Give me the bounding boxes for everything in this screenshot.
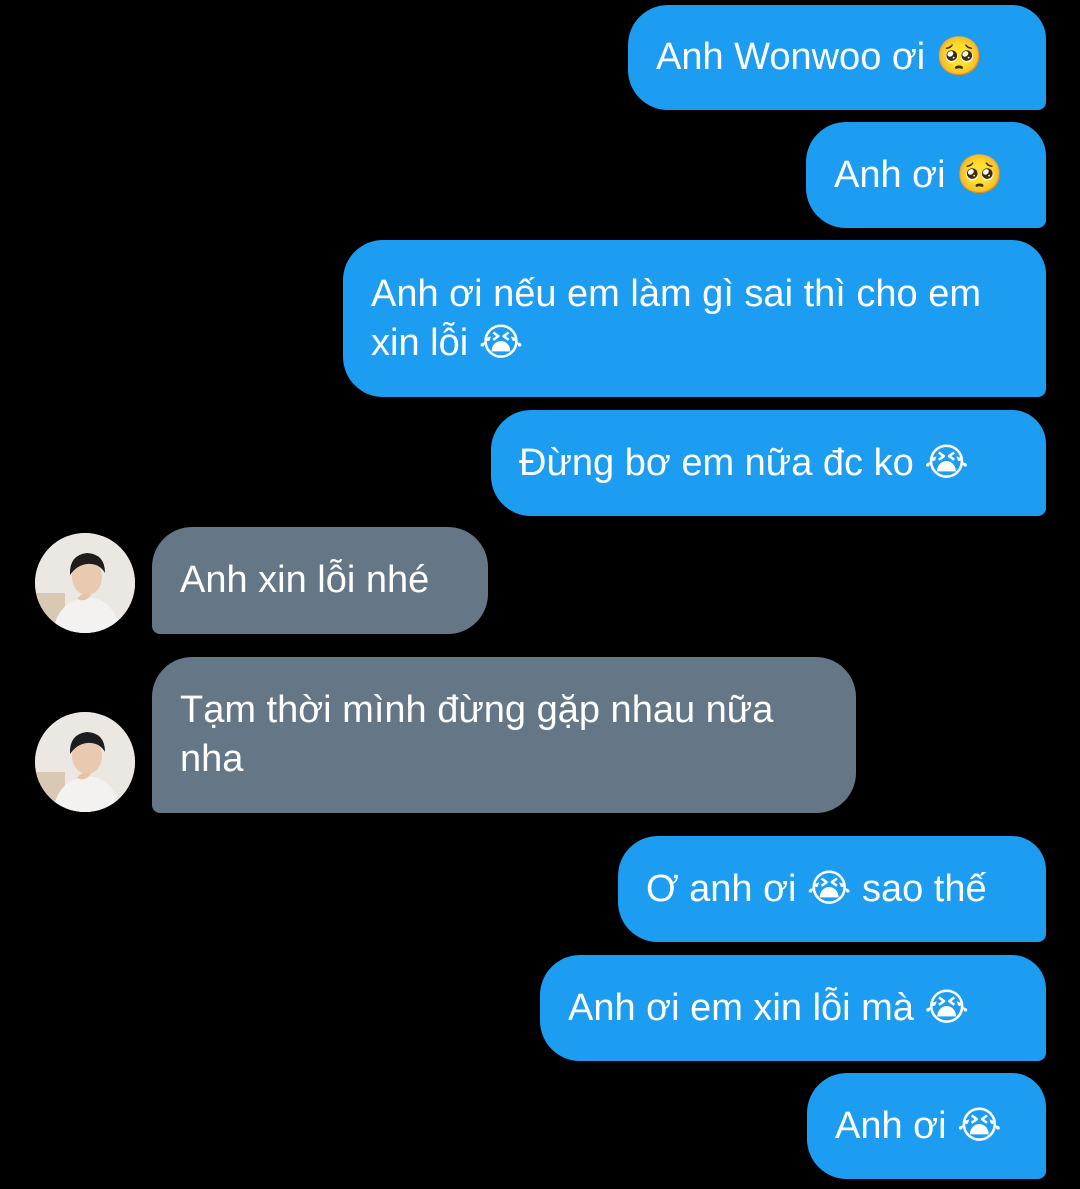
message-bubble-sent[interactable]: Anh ơi em xin lỗi mà 😭 bbox=[540, 955, 1046, 1061]
message-text: Đừng bơ em nữa đc ko 😭 bbox=[519, 441, 969, 484]
message-text: Anh Wonwoo ơi 🥺 bbox=[656, 36, 984, 78]
message-text: Anh ơi 🥺 bbox=[834, 153, 1004, 196]
contact-avatar[interactable] bbox=[35, 712, 135, 812]
avatar-photo-icon bbox=[35, 533, 135, 633]
message-text: Tạm thời mình đừng gặp nhau nữa nha bbox=[180, 689, 774, 780]
message-bubble-sent[interactable]: Anh ơi 😭 bbox=[807, 1073, 1046, 1179]
message-bubble-received[interactable]: Anh xin lỗi nhé bbox=[152, 527, 488, 634]
avatar-photo-icon bbox=[35, 712, 135, 812]
message-text: Ơ anh ơi 😭 sao thế bbox=[646, 867, 987, 910]
message-bubble-sent[interactable]: Anh ơi nếu em làm gì sai thì cho em xin … bbox=[343, 240, 1046, 397]
message-bubble-received[interactable]: Tạm thời mình đừng gặp nhau nữa nha bbox=[152, 657, 856, 813]
message-bubble-sent[interactable]: Anh ơi 🥺 bbox=[806, 122, 1046, 228]
message-text: Anh ơi em xin lỗi mà 😭 bbox=[568, 986, 969, 1029]
message-bubble-sent[interactable]: Đừng bơ em nữa đc ko 😭 bbox=[491, 410, 1046, 516]
message-text: Anh ơi 😭 bbox=[835, 1104, 1002, 1147]
message-bubble-sent[interactable]: Ơ anh ơi 😭 sao thế bbox=[618, 836, 1046, 942]
message-bubble-sent[interactable]: Anh Wonwoo ơi 🥺 bbox=[628, 5, 1046, 110]
message-text: Anh xin lỗi nhé bbox=[180, 559, 430, 601]
message-text: Anh ơi nếu em làm gì sai thì cho em xin … bbox=[371, 272, 981, 364]
contact-avatar[interactable] bbox=[35, 533, 135, 633]
